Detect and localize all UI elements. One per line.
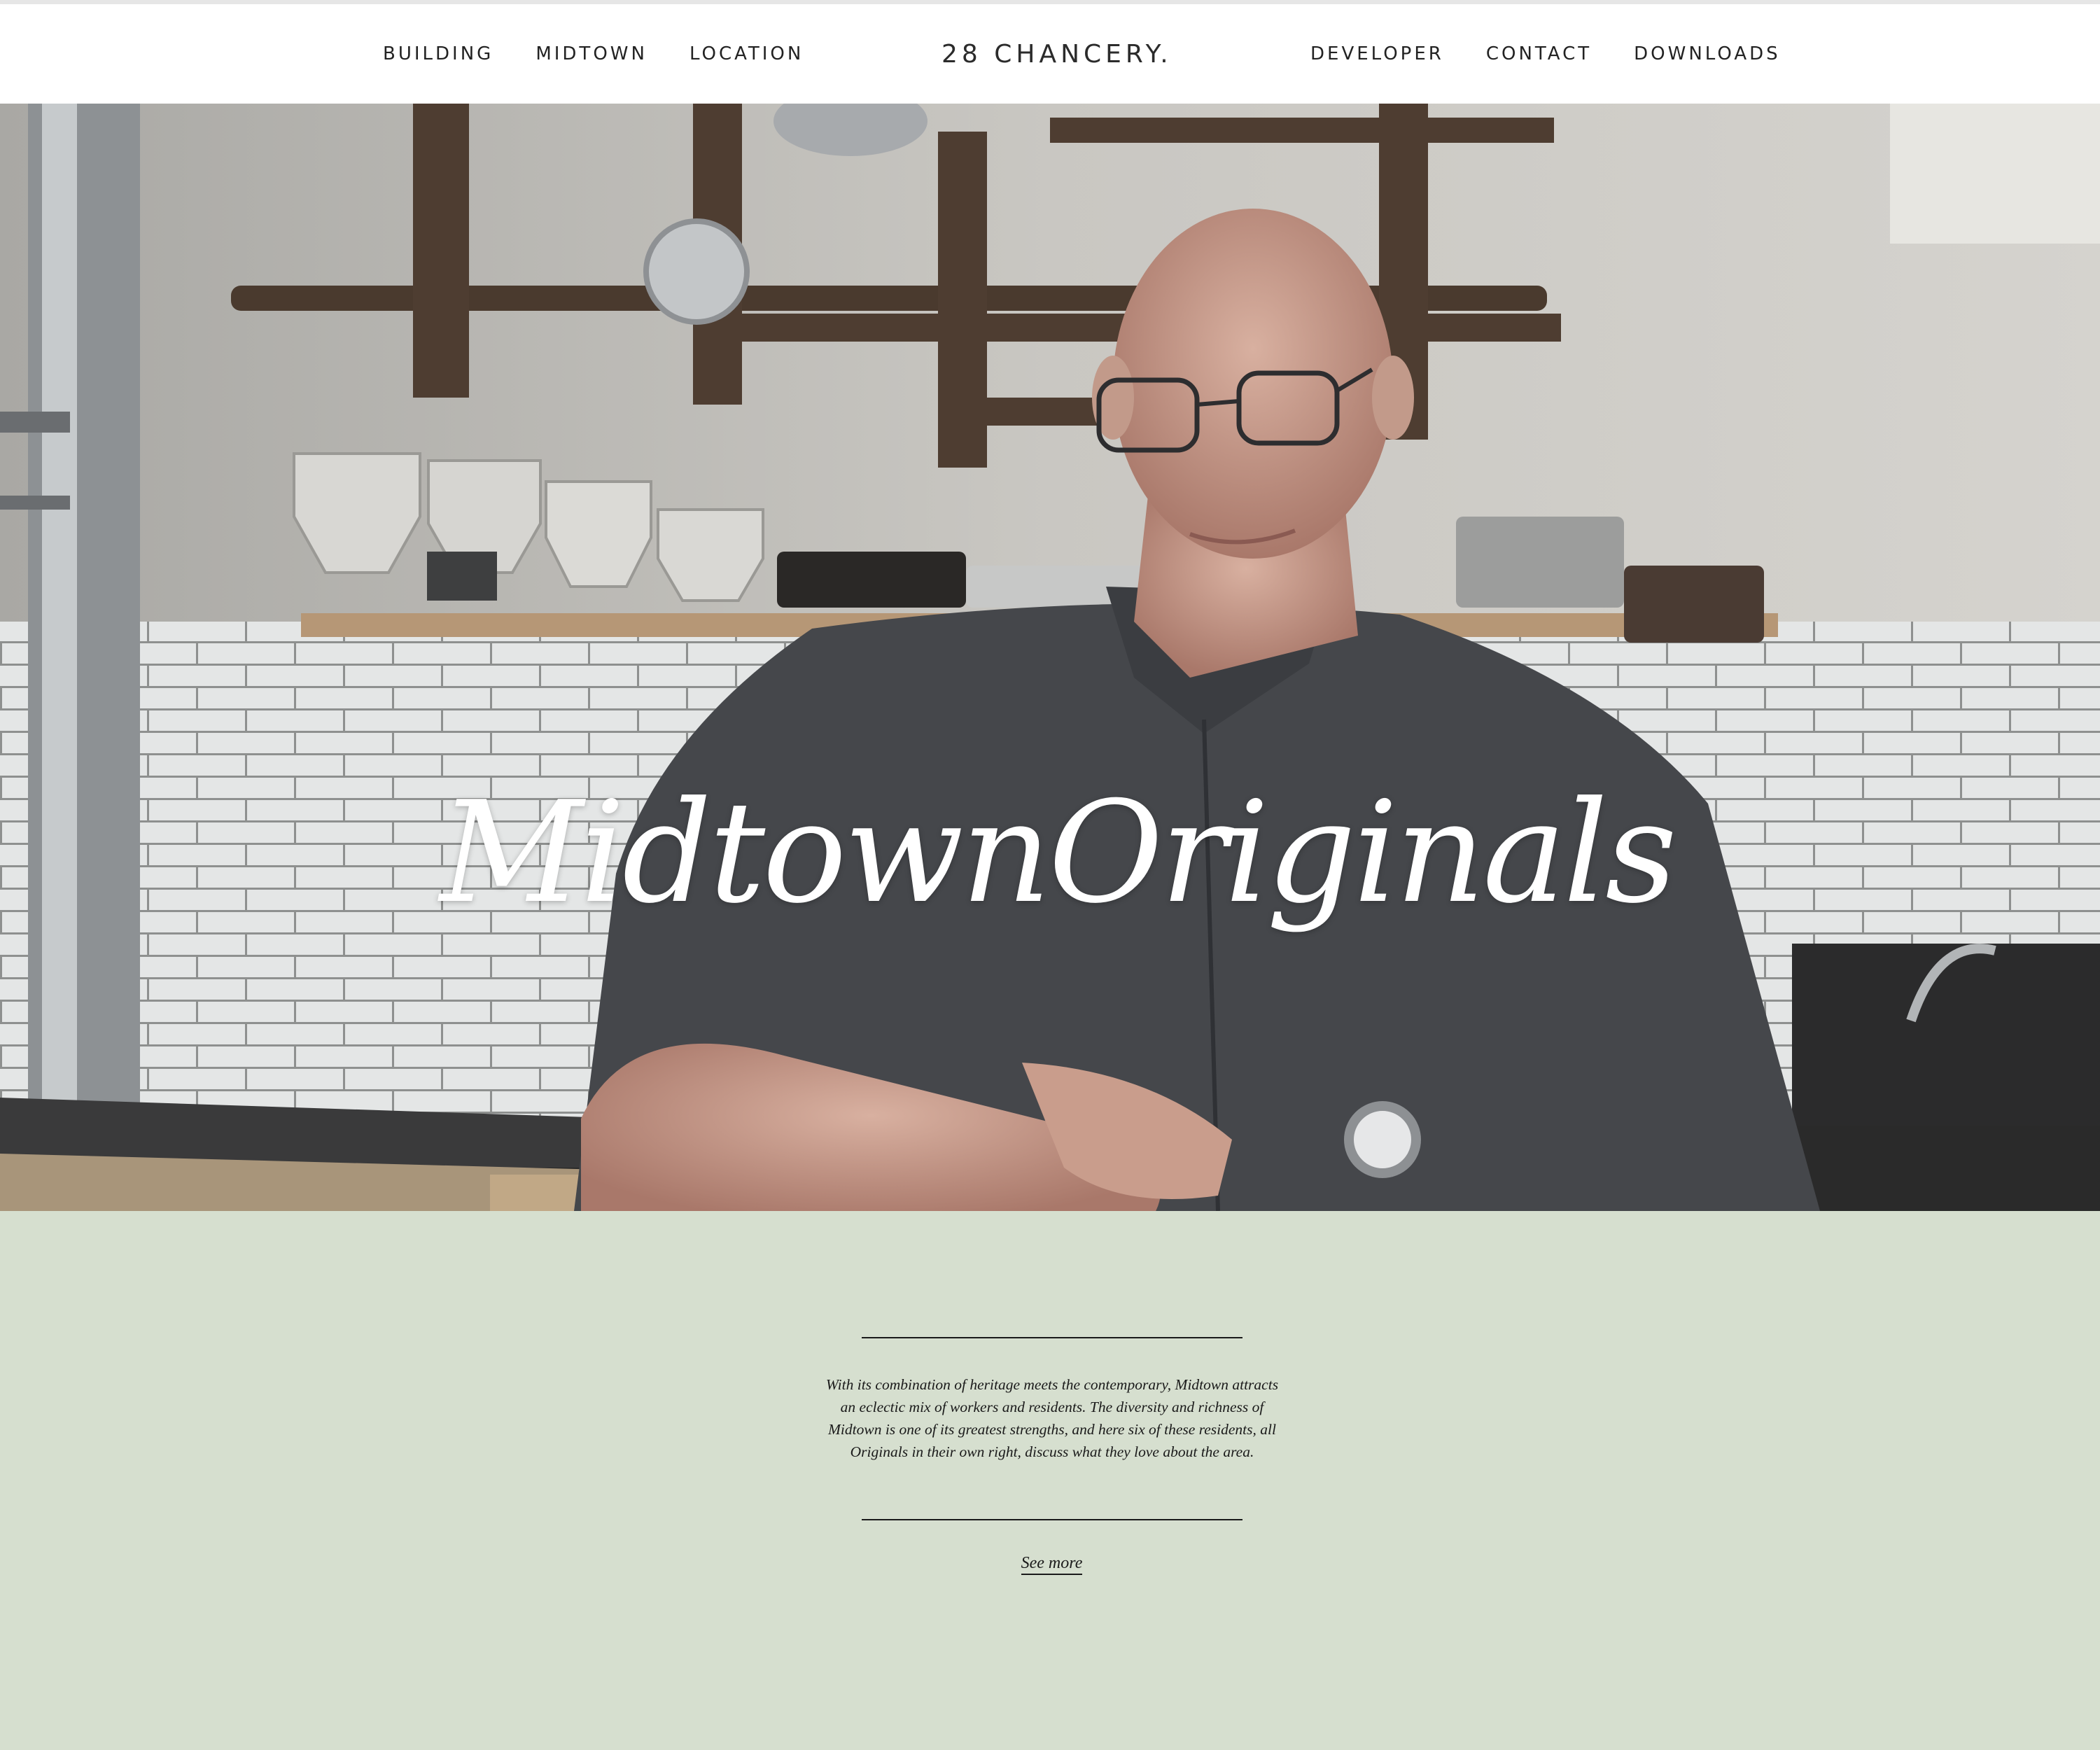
hero-banner: MidtownOriginals [0,104,2100,1211]
hero-photo-chef-in-kitchen [0,104,2100,1211]
intro-paragraph: With its combination of heritage meets t… [825,1376,1279,1460]
nav-link-midtown[interactable]: MIDTOWN [536,43,648,64]
see-more-label: See more [1021,1554,1083,1575]
nav-link-contact[interactable]: CONTACT [1486,43,1592,64]
primary-nav-right: DEVELOPER CONTACT DOWNLOADS [1310,4,1781,104]
divider-top [862,1337,1242,1338]
nav-link-building[interactable]: BUILDING [383,43,493,64]
site-header: BUILDING MIDTOWN LOCATION 28 CHANCERY. D… [0,4,2100,104]
nav-link-location[interactable]: LOCATION [690,43,804,64]
nav-link-downloads[interactable]: DOWNLOADS [1634,43,1781,64]
hero-title-midtown-originals: MidtownOriginals [440,771,1677,934]
nav-link-developer[interactable]: DEVELOPER [1310,43,1444,64]
divider-bottom [862,1519,1242,1520]
site-logo[interactable]: 28 CHANCERY. [941,4,1172,104]
intro-section: With its combination of heritage meets t… [0,1211,2100,1750]
see-more-link[interactable]: See more [980,1554,1124,1575]
primary-nav-left: BUILDING MIDTOWN LOCATION [383,4,804,104]
